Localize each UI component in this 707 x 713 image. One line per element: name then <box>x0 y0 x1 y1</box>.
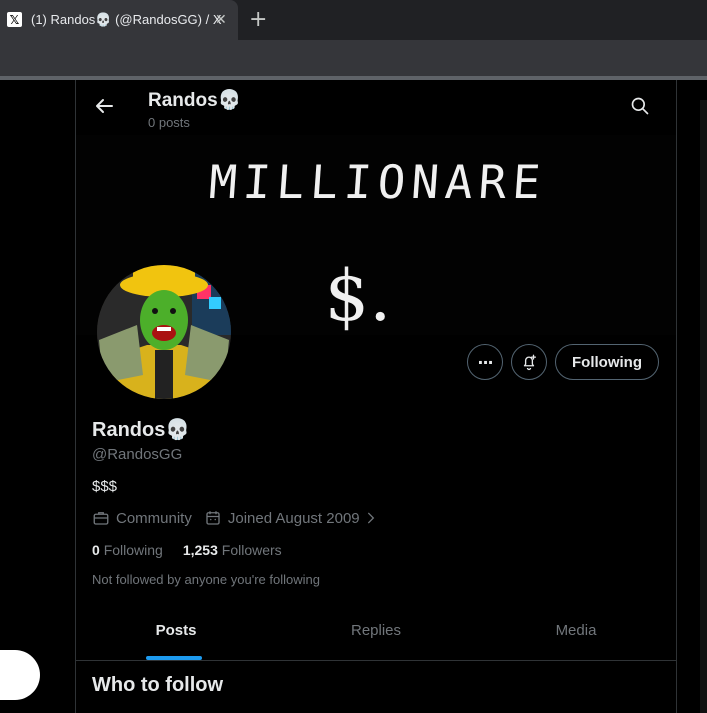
notification-button[interactable] <box>511 344 547 380</box>
category-item: Community <box>92 509 192 527</box>
active-tab-indicator <box>146 656 202 660</box>
banner-text: MILLIONARE <box>207 155 548 209</box>
tab-title: (1) Randos💀 (@RandosGG) / X <box>31 12 222 27</box>
skull-emoji: 💀 <box>165 417 191 441</box>
page: Randos💀 0 posts MILLIONARE $. ··· Follow… <box>0 80 707 713</box>
header-name-text: Randos <box>148 90 218 111</box>
following-stat-label: Following <box>103 542 163 558</box>
following-stat[interactable]: 0 Following <box>92 542 163 558</box>
who-to-follow-heading: Who to follow <box>92 674 224 696</box>
profile-name: Randos💀 <box>92 417 190 442</box>
following-button[interactable]: Following <box>555 344 659 380</box>
tab-posts[interactable]: Posts <box>76 600 276 660</box>
followers-count: 1,253 <box>182 542 218 558</box>
header-name: Randos💀 <box>148 88 241 112</box>
joined-label: Joined August 2009 <box>227 509 360 527</box>
browser-tab-strip: 𝕏 (1) Randos💀 (@RandosGG) / X ✕ + <box>0 0 707 40</box>
joined-item[interactable]: Joined August 2009 <box>204 509 378 527</box>
compose-pill[interactable] <box>0 650 40 700</box>
new-tab-icon[interactable]: + <box>249 7 267 33</box>
header-post-count: 0 posts <box>148 115 190 130</box>
close-tab-icon[interactable]: ✕ <box>215 11 227 29</box>
browser-toolbar <box>0 40 707 76</box>
category-label[interactable]: Community <box>116 510 192 527</box>
tab-replies[interactable]: Replies <box>276 600 476 660</box>
browser-tab[interactable]: 𝕏 (1) Randos💀 (@RandosGG) / X ✕ <box>0 0 238 40</box>
followers-stat[interactable]: 1,253 Followers <box>183 542 282 558</box>
more-options-button[interactable]: ··· <box>467 344 503 380</box>
followers-stat-label: Followers <box>221 542 282 558</box>
tab-media-label: Media <box>555 621 597 639</box>
avatar[interactable] <box>97 265 231 399</box>
skull-emoji: 💀 <box>217 89 242 111</box>
sidebar-edge <box>700 100 707 713</box>
banner-symbol: $. <box>325 255 392 335</box>
tab-replies-label: Replies <box>350 621 402 639</box>
search-icon[interactable] <box>630 96 650 116</box>
tab-posts-label: Posts <box>155 621 197 639</box>
chevron-right-icon <box>367 512 374 524</box>
x-logo-icon: 𝕏 <box>7 12 22 27</box>
profile-column: Randos💀 0 posts MILLIONARE $. ··· Follow… <box>75 80 677 713</box>
calendar-icon <box>206 511 220 525</box>
profile-tabs: Posts Replies Media <box>76 600 676 661</box>
briefcase-icon <box>93 512 109 525</box>
tab-media[interactable]: Media <box>476 600 676 660</box>
profile-name-text: Randos <box>92 419 166 441</box>
profile-handle: @RandosGG <box>92 446 183 463</box>
following-count: 0 <box>92 542 100 558</box>
back-arrow-icon[interactable] <box>92 94 116 118</box>
profile-meta: Community Joined August 2009 <box>92 509 390 527</box>
follow-stats: 0 Following 1,253 Followers <box>92 542 302 558</box>
profile-bio: $$$ <box>92 478 118 495</box>
more-icon: ··· <box>477 352 493 372</box>
avatar-image <box>97 265 231 399</box>
not-followed-note: Not followed by anyone you're following <box>92 572 320 587</box>
bell-plus-icon <box>523 354 537 371</box>
